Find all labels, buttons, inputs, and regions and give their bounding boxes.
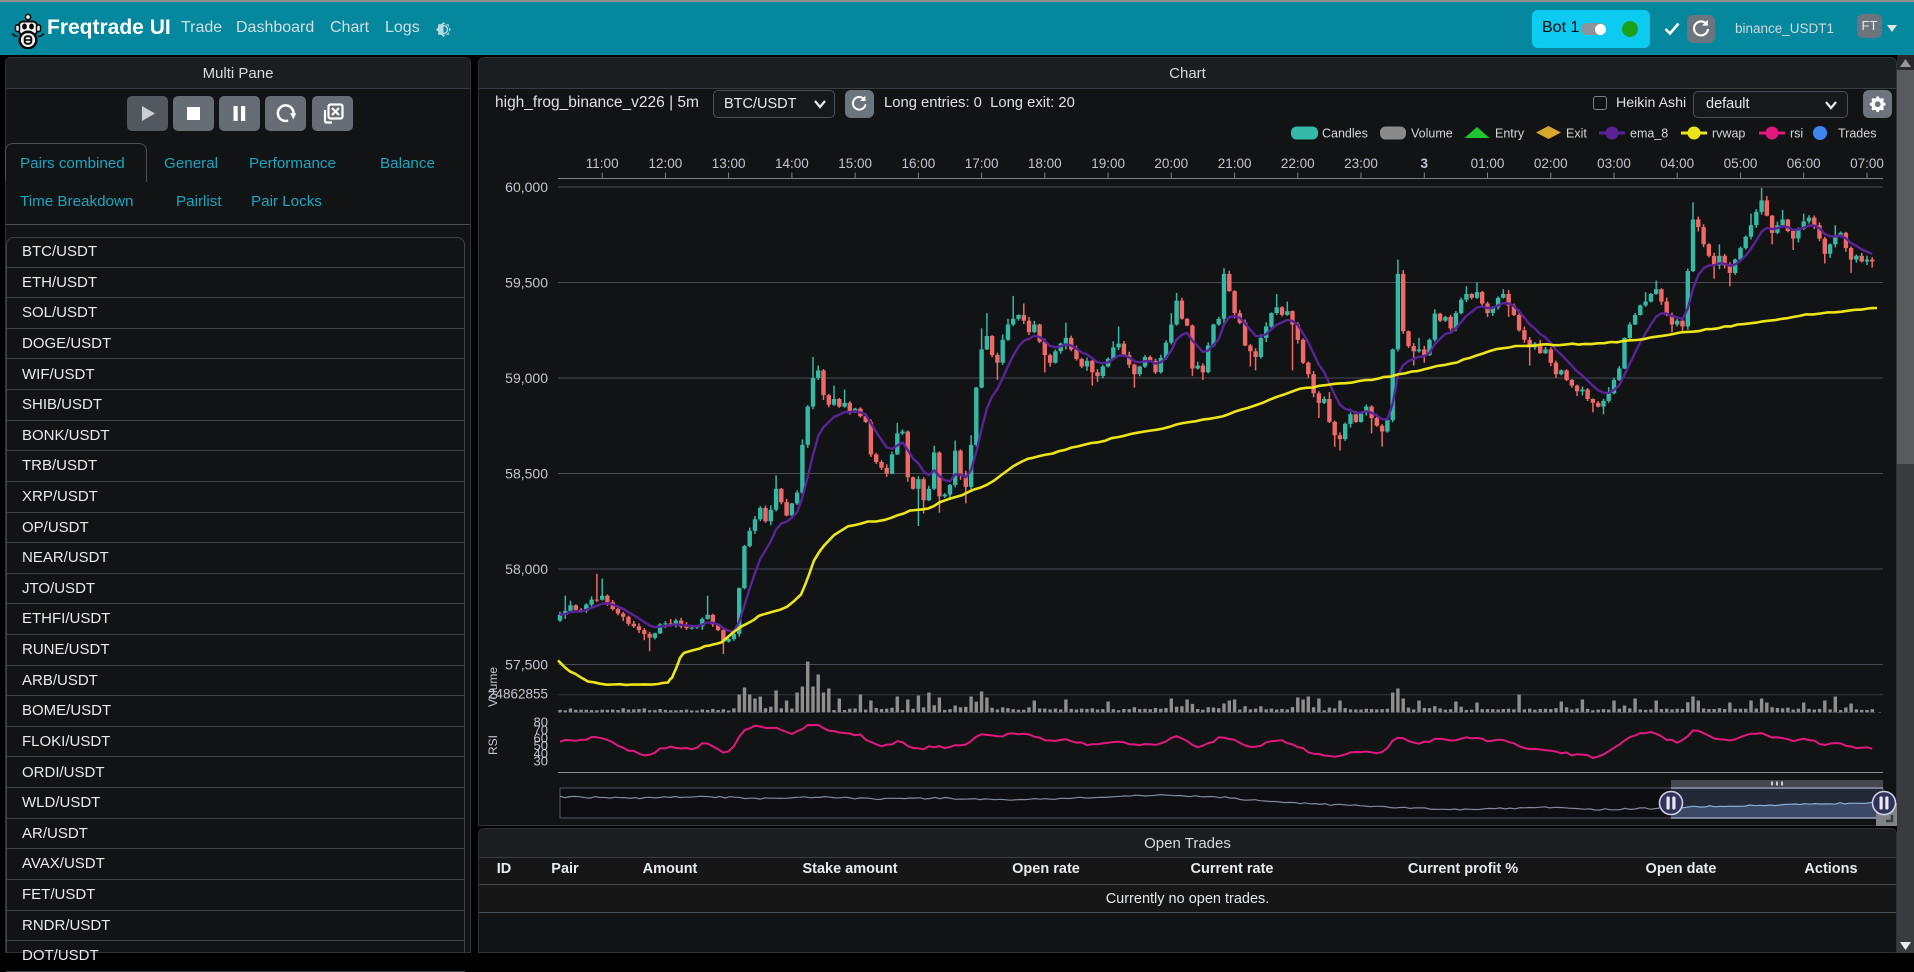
svg-text:03:00: 03:00 bbox=[1597, 156, 1631, 171]
svg-text:58,000: 58,000 bbox=[505, 561, 548, 577]
svg-text:18:00: 18:00 bbox=[1028, 156, 1062, 171]
svg-text:rsi: rsi bbox=[1790, 127, 1803, 141]
svg-text:17:00: 17:00 bbox=[965, 156, 999, 171]
svg-text:15:00: 15:00 bbox=[838, 156, 872, 171]
svg-text:12:00: 12:00 bbox=[649, 156, 683, 171]
svg-text:20:00: 20:00 bbox=[1154, 156, 1188, 171]
svg-text:04:00: 04:00 bbox=[1660, 156, 1694, 171]
svg-text:06:00: 06:00 bbox=[1787, 156, 1821, 171]
svg-text:Volume: Volume bbox=[1411, 127, 1453, 141]
svg-text:21:00: 21:00 bbox=[1218, 156, 1252, 171]
svg-text:3: 3 bbox=[1421, 156, 1429, 171]
svg-text:Candles: Candles bbox=[1322, 127, 1368, 141]
svg-text:22:00: 22:00 bbox=[1281, 156, 1315, 171]
svg-text:Volume: Volume bbox=[486, 667, 500, 707]
svg-text:57,500: 57,500 bbox=[505, 657, 548, 673]
svg-text:59,500: 59,500 bbox=[505, 275, 548, 291]
svg-text:11:00: 11:00 bbox=[586, 156, 619, 171]
svg-text:19:00: 19:00 bbox=[1091, 156, 1125, 171]
svg-text:58,500: 58,500 bbox=[505, 466, 548, 482]
svg-text:Exit: Exit bbox=[1566, 127, 1587, 141]
svg-text:16:00: 16:00 bbox=[902, 156, 936, 171]
svg-text:ema_8: ema_8 bbox=[1630, 127, 1668, 141]
svg-text:30: 30 bbox=[534, 754, 548, 769]
svg-text:rvwap: rvwap bbox=[1712, 127, 1745, 141]
svg-text:13:00: 13:00 bbox=[712, 156, 746, 171]
svg-text:60,000: 60,000 bbox=[505, 179, 548, 195]
svg-text:23:00: 23:00 bbox=[1344, 156, 1378, 171]
svg-text:01:00: 01:00 bbox=[1471, 156, 1505, 171]
svg-text:14:00: 14:00 bbox=[775, 156, 809, 171]
svg-text:RSI: RSI bbox=[486, 735, 500, 755]
svg-text:Entry: Entry bbox=[1495, 127, 1525, 141]
svg-text:05:00: 05:00 bbox=[1724, 156, 1758, 171]
svg-text:07:00: 07:00 bbox=[1850, 156, 1884, 171]
svg-text:02:00: 02:00 bbox=[1534, 156, 1568, 171]
svg-text:Trades: Trades bbox=[1838, 127, 1876, 141]
svg-text:59,000: 59,000 bbox=[505, 370, 548, 386]
